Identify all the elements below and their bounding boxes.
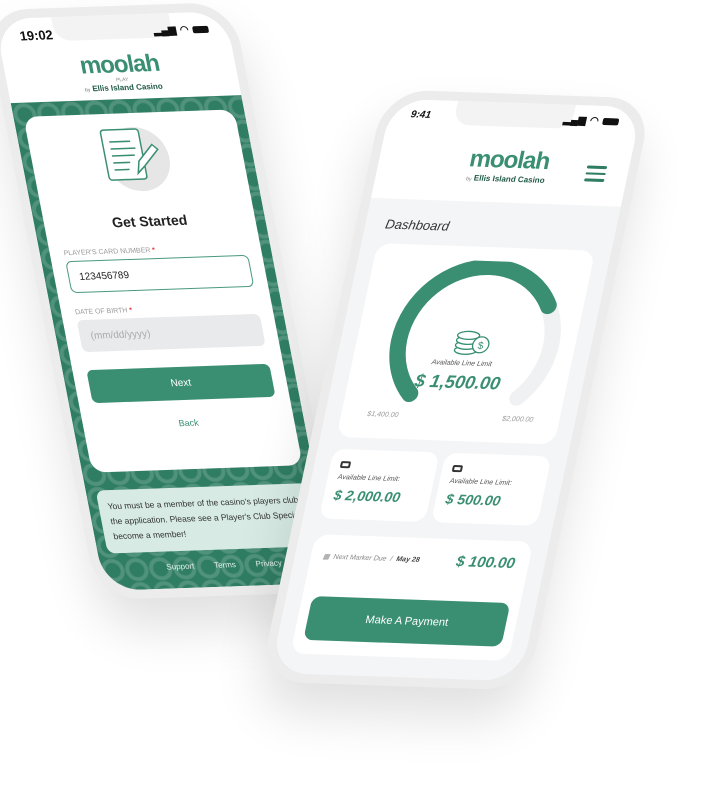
line-limit-card: Available Line Limit: $ 2,000.00 — [318, 448, 440, 522]
document-pencil-icon — [99, 125, 176, 193]
gauge-max: $2,000.00 — [501, 415, 534, 424]
signup-card: Get Started PLAYER'S CARD NUMBER * 12345… — [23, 109, 303, 473]
privacy-link[interactable]: Privacy — [255, 559, 283, 569]
logo-casino-name: Ellis Island Casino — [91, 81, 164, 94]
line-limit-label: Available Line Limit: — [337, 473, 401, 484]
signal-icon: ▂▄▆ — [152, 24, 178, 37]
due-date: May 28 — [395, 555, 421, 564]
line-limit-value: $ 500.00 — [444, 490, 503, 509]
menu-icon[interactable] — [583, 165, 608, 185]
brand-logo: moolah PLAY by Ellis Island Casino — [1, 47, 239, 96]
logo-casino-name: Ellis Island Casino — [473, 173, 546, 185]
wifi-icon: ◠ — [588, 115, 600, 127]
line-limit-gauge: $ — [389, 259, 561, 406]
line-limit-value: $ 2,000.00 — [332, 486, 402, 506]
battery-icon — [601, 117, 620, 126]
dob-input[interactable]: (mm/dd/yyyy) — [76, 313, 266, 353]
terms-link[interactable]: Terms — [213, 560, 236, 570]
separator: / — [389, 555, 394, 563]
make-payment-button[interactable]: Make A Payment — [303, 596, 511, 647]
coins-icon: $ — [453, 330, 490, 355]
card-number-input[interactable]: 123456789 — [65, 254, 255, 294]
signal-icon: ▂▄▆ — [562, 114, 588, 127]
gauge-min: $1,400.00 — [366, 410, 400, 419]
required-marker: * — [151, 247, 156, 255]
next-marker-label: Next Marker Due — [332, 553, 388, 563]
dashboard-phone: 9:41 ▂▄▆ ◠ moolah by Ellis Island Casino … — [259, 89, 653, 691]
page-title: Dashboard — [383, 216, 451, 234]
footer-links: Support Terms Privacy — [166, 559, 283, 572]
next-marker-card: ▦ Next Marker Due / May 28 $ 100.00 Make… — [290, 534, 534, 661]
next-button[interactable]: Next — [86, 363, 276, 404]
signup-screen: 19:02 ▂▄▆ ◠ moolah PLAY by Ellis Island C… — [0, 11, 336, 591]
card-number-label-text: PLAYER'S CARD NUMBER — [63, 247, 152, 258]
pattern-background: Get Started PLAYER'S CARD NUMBER * 12345… — [10, 95, 336, 591]
status-bar: 19:02 ▂▄▆ ◠ — [18, 22, 210, 44]
logo-casino: by Ellis Island Casino — [465, 173, 546, 185]
cash-icon — [339, 461, 352, 469]
page-title: Get Started — [110, 211, 189, 231]
dob-label-text: DATE OF BIRTH — [74, 307, 129, 317]
logo-name: moolah — [467, 145, 553, 176]
logo-by: by — [84, 87, 92, 94]
logo-by: by — [465, 176, 473, 183]
line-limit-gauge-card: $ Available Line Limit $ 1,500.00 $1,400… — [336, 243, 596, 445]
cash-icon — [451, 464, 464, 473]
back-link[interactable]: Back — [96, 415, 281, 431]
dashboard-screen: 9:41 ▂▄▆ ◠ moolah by Ellis Island Casino … — [270, 98, 642, 682]
battery-icon — [191, 25, 210, 34]
calendar-icon: ▦ — [322, 553, 331, 561]
line-limit-card: Available Line Limit: $ 500.00 — [430, 452, 552, 526]
clock: 9:41 — [409, 109, 432, 121]
marker-amount: $ 100.00 — [454, 553, 517, 573]
brand-logo: moolah by Ellis Island Casino — [465, 145, 552, 185]
wifi-icon: ◠ — [178, 24, 190, 36]
app-header: 9:41 ▂▄▆ ◠ moolah by Ellis Island Casino — [370, 98, 642, 207]
support-link[interactable]: Support — [166, 562, 196, 572]
required-marker: * — [128, 307, 133, 315]
clock: 19:02 — [18, 27, 55, 44]
line-limit-label: Available Line Limit: — [448, 477, 513, 487]
